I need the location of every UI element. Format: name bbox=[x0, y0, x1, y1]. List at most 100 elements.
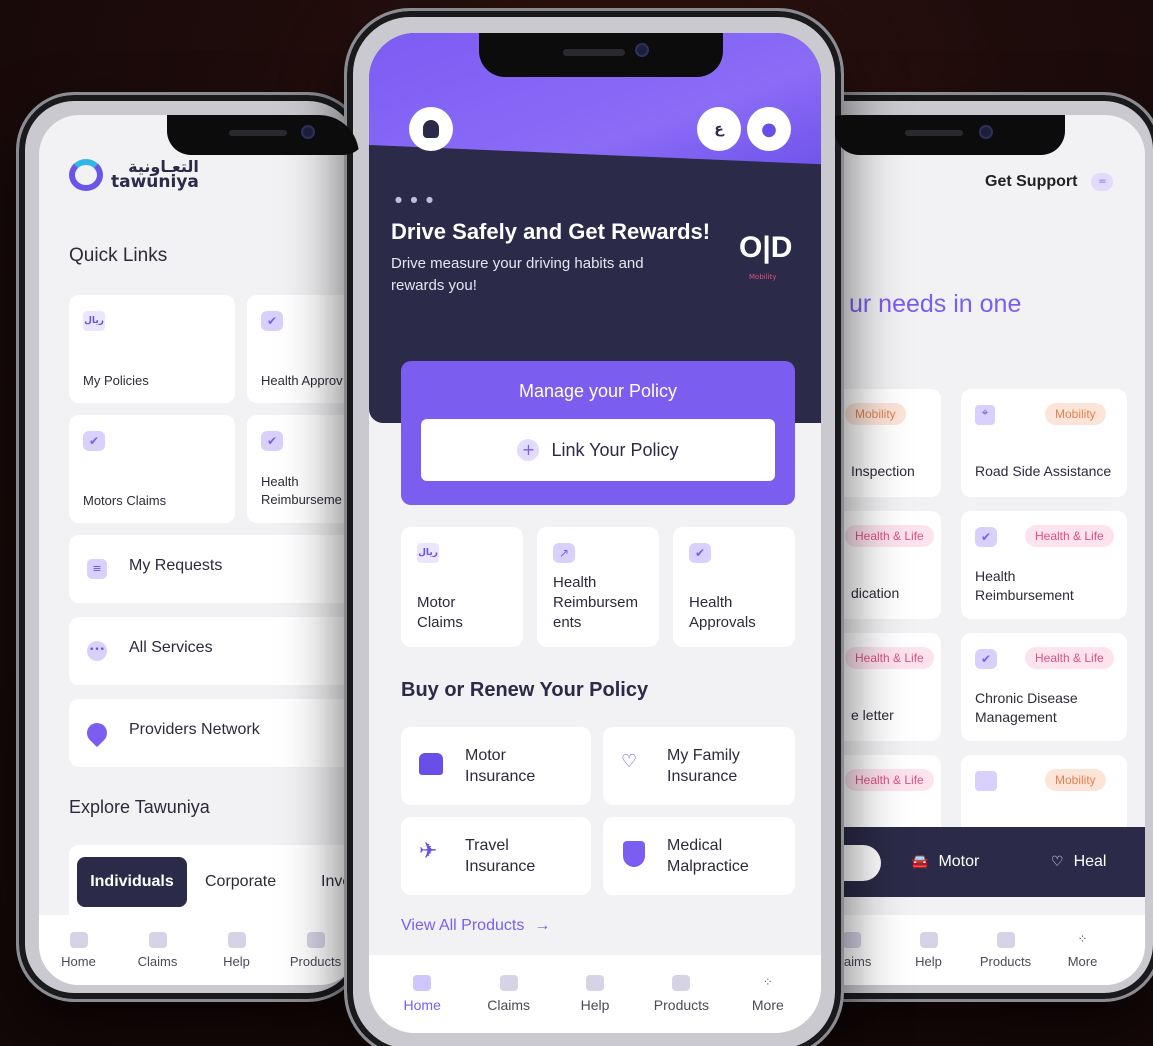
product-motor-insurance[interactable]: Motor Insurance bbox=[401, 727, 591, 805]
logo-mark-icon bbox=[69, 158, 103, 191]
more-dots-icon: ⁘ bbox=[762, 975, 773, 989]
left-phone: التعـاونية tawuniya Quick Links ريال My … bbox=[16, 92, 366, 1002]
center-phone: ع ● ● ● ● Drive Safely and Get Rewards! … bbox=[344, 8, 844, 1046]
nav-help[interactable]: Help bbox=[890, 915, 967, 985]
riyal-icon bbox=[842, 931, 861, 948]
heart-check-icon: ✔ bbox=[83, 431, 105, 451]
od-logo-caption: Mobility bbox=[749, 273, 777, 281]
service-road-side-assistance[interactable]: ⌖ Mobility Road Side Assistance bbox=[961, 389, 1127, 497]
quick-link-motors-claims[interactable]: ✔ Motors Claims bbox=[69, 415, 235, 523]
nav-more[interactable]: ⁘ More bbox=[1044, 915, 1121, 985]
manage-policy-card: Manage your Policy + Link Your Policy bbox=[401, 361, 795, 505]
avatar[interactable] bbox=[409, 107, 453, 151]
car-icon bbox=[419, 753, 443, 775]
nav-home[interactable]: Home bbox=[39, 915, 118, 985]
nav-help[interactable]: Help bbox=[552, 955, 638, 1033]
heartbeat-icon: ♡ bbox=[1051, 854, 1064, 870]
quick-link-my-policies[interactable]: ريال My Policies bbox=[69, 295, 235, 403]
tab-individuals[interactable]: Individuals bbox=[77, 857, 187, 907]
heart-check-icon: ✔ bbox=[975, 527, 997, 547]
heart-check-icon: ✔ bbox=[261, 431, 283, 451]
carousel-dots: ● ● ● bbox=[395, 195, 437, 204]
nav-home[interactable]: Home bbox=[379, 955, 465, 1033]
notch bbox=[835, 115, 1065, 155]
bottom-nav: Claims Help Products ⁘ More bbox=[805, 915, 1145, 985]
car-icon: 🚘 bbox=[911, 854, 929, 870]
manage-policy-title: Manage your Policy bbox=[518, 381, 678, 401]
product-family-insurance[interactable]: ♡ My Family Insurance bbox=[603, 727, 795, 805]
arrow-right-icon: → bbox=[534, 917, 551, 934]
support-chat-icon: = bbox=[1091, 173, 1114, 191]
riyal-icon: ريال bbox=[417, 543, 439, 563]
tow-truck-icon bbox=[975, 771, 997, 791]
product-travel-insurance[interactable]: ✈ Travel Insurance bbox=[401, 817, 591, 895]
heart-arrow-icon: ↗ bbox=[553, 543, 575, 563]
center-screen: ع ● ● ● ● Drive Safely and Get Rewards! … bbox=[369, 33, 821, 1033]
buy-renew-title: Buy or Renew Your Policy bbox=[401, 679, 649, 701]
category-filter-bar: All 🚘 Motor ♡ Heal bbox=[805, 827, 1145, 897]
help-icon bbox=[227, 931, 246, 948]
quick-motor-claims[interactable]: ريال Motor Claims bbox=[401, 527, 523, 647]
bag-icon bbox=[996, 931, 1015, 948]
heart-check-icon: ✔ bbox=[689, 543, 711, 563]
my-requests-row[interactable]: ≡ My Requests bbox=[69, 535, 359, 603]
home-icon bbox=[69, 931, 88, 948]
all-services-row[interactable]: ••• All Services bbox=[69, 617, 359, 685]
right-screen: Get Support = ur needs in one Mobility I… bbox=[805, 115, 1145, 985]
quick-health-approvals[interactable]: ✔ Health Approvals bbox=[673, 527, 795, 647]
requests-icon: ≡ bbox=[87, 559, 107, 579]
filter-health[interactable]: ♡ Heal bbox=[1051, 853, 1106, 871]
brand-english: tawuniya bbox=[111, 172, 199, 192]
plane-icon: ✈ bbox=[419, 839, 438, 864]
get-support-button[interactable]: Get Support = bbox=[985, 173, 1114, 191]
map-pin-icon: ⌖ bbox=[975, 405, 995, 425]
nav-claims[interactable]: Claims bbox=[465, 955, 551, 1033]
riyal-icon: ريال bbox=[83, 311, 105, 331]
help-icon bbox=[919, 931, 938, 948]
banner-subtitle: Drive measure your driving habits and re… bbox=[391, 255, 644, 294]
left-screen: التعـاونية tawuniya Quick Links ريال My … bbox=[39, 115, 359, 985]
filter-motor[interactable]: 🚘 Motor bbox=[911, 853, 979, 871]
riyal-icon bbox=[499, 975, 518, 991]
providers-network-row[interactable]: Providers Network bbox=[69, 699, 359, 767]
quick-link-health-reimbursement[interactable]: ✔ Health Reimburseme bbox=[247, 415, 359, 523]
view-all-products-link[interactable]: View All Products → bbox=[401, 917, 550, 935]
od-logo: O|D bbox=[739, 231, 793, 264]
bottom-nav: Home Claims Help Products ⁘ More bbox=[369, 955, 821, 1033]
home-icon bbox=[413, 975, 432, 991]
plus-icon: + bbox=[517, 439, 540, 461]
link-policy-button[interactable]: + Link Your Policy bbox=[421, 419, 775, 481]
location-pin-icon bbox=[82, 718, 112, 748]
service-health-reimbursement[interactable]: ✔ Health & Life Health Reimbursement bbox=[961, 511, 1127, 619]
riyal-icon bbox=[148, 931, 167, 948]
nav-claims[interactable]: Claims bbox=[118, 915, 197, 985]
nav-help[interactable]: Help bbox=[197, 915, 276, 985]
quick-link-health-approvals[interactable]: ✔ Health Approv bbox=[247, 295, 359, 403]
heart-check-icon: ✔ bbox=[261, 311, 283, 331]
bag-icon bbox=[306, 931, 325, 948]
dots-icon: ••• bbox=[87, 641, 107, 661]
nav-more[interactable]: ⁘ More bbox=[725, 955, 811, 1033]
services-heading: ur needs in one bbox=[849, 290, 1022, 318]
quick-health-reimbursements[interactable]: ↗ Health Reimbursem ents bbox=[537, 527, 659, 647]
nav-products[interactable]: Products bbox=[638, 955, 724, 1033]
product-medical-malpractice[interactable]: Medical Malpractice bbox=[603, 817, 795, 895]
heart-check-icon: ✔ bbox=[975, 649, 997, 669]
bag-icon bbox=[672, 975, 691, 991]
language-button[interactable]: ع bbox=[697, 107, 741, 151]
heartbeat-icon: ♡ bbox=[621, 751, 638, 772]
search-icon[interactable]: ● bbox=[747, 107, 791, 151]
more-dots-icon: ⁘ bbox=[1077, 931, 1088, 946]
shield-icon bbox=[623, 841, 645, 867]
nav-products[interactable]: Products bbox=[967, 915, 1044, 985]
quick-links-title: Quick Links bbox=[69, 245, 168, 266]
service-chronic-disease[interactable]: ✔ Health & Life Chronic Disease Manageme… bbox=[961, 633, 1127, 741]
banner-title: Drive Safely and Get Rewards! bbox=[391, 219, 711, 244]
get-support-label: Get Support bbox=[985, 173, 1078, 190]
notch bbox=[479, 33, 723, 77]
notch bbox=[167, 115, 359, 155]
explore-title: Explore Tawuniya bbox=[69, 797, 210, 817]
explore-tabs: Individuals Corporate Inve bbox=[69, 845, 359, 917]
tawuniya-logo: التعـاونية tawuniya bbox=[69, 157, 199, 192]
tab-corporate[interactable]: Corporate bbox=[205, 873, 276, 891]
